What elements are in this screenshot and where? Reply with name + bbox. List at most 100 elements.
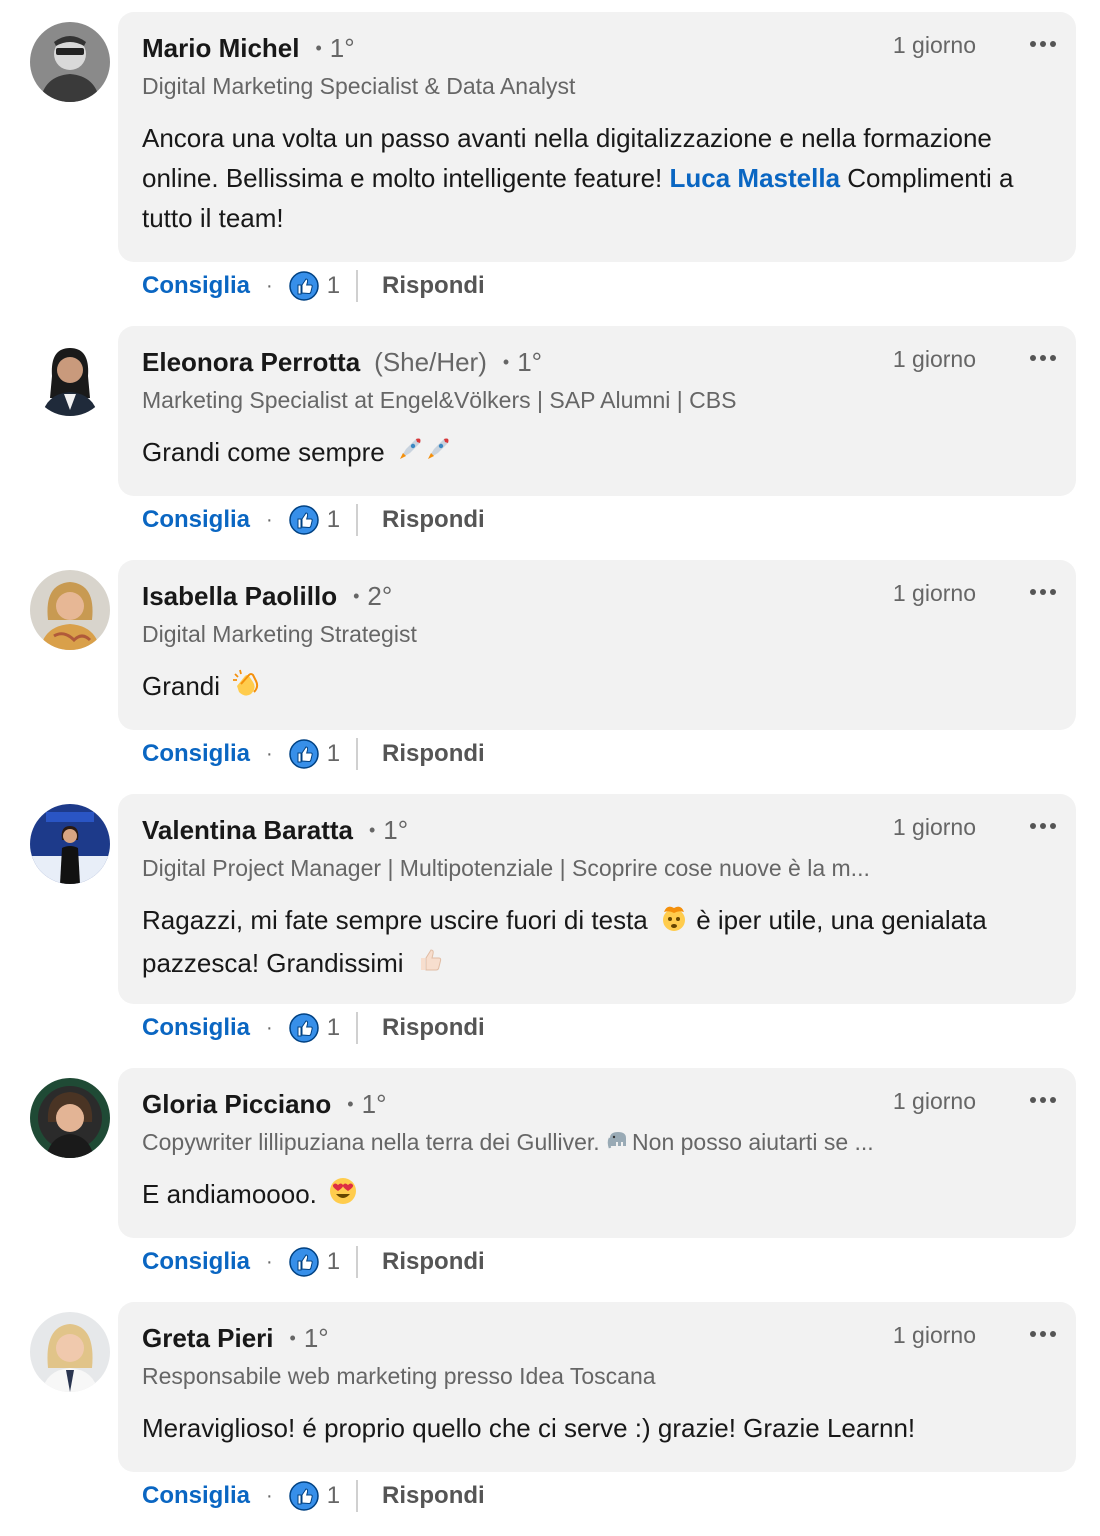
comment-text: Grandi <box>142 666 1042 709</box>
reply-button[interactable]: Rispondi <box>382 1248 485 1276</box>
author-line: Mario Michel 1° <box>142 30 355 69</box>
author-headline: Copywriter lillipuziana nella terra dei … <box>142 1126 972 1160</box>
avatar[interactable] <box>30 22 110 102</box>
more-options-icon[interactable] <box>1028 582 1058 602</box>
connection-degree: 2° <box>353 581 392 611</box>
action-divider <box>356 270 359 302</box>
like-reaction-icon[interactable] <box>288 739 319 769</box>
author-name[interactable]: Mario Michel <box>142 33 299 63</box>
like-reaction-icon[interactable] <box>288 1247 319 1277</box>
reply-button[interactable]: Rispondi <box>382 1014 485 1042</box>
action-divider <box>356 1012 359 1044</box>
author-name[interactable]: Valentina Baratta <box>142 815 353 845</box>
like-reaction-icon[interactable] <box>288 1481 319 1511</box>
more-options-icon[interactable] <box>1028 348 1058 368</box>
comment-text-part: Ragazzi, mi fate sempre uscire fuori di … <box>142 905 648 935</box>
comment-text-part: E andiamoooo. <box>142 1179 317 1209</box>
more-options-icon[interactable] <box>1028 1324 1058 1344</box>
comment-time: 1 giorno <box>892 580 976 606</box>
comment-actions: Consiglia · 1 Rispondi <box>142 736 485 772</box>
connection-degree: 1° <box>369 815 408 845</box>
action-divider <box>356 738 359 770</box>
rocket-icon <box>396 434 452 474</box>
like-button[interactable]: Consiglia <box>142 1014 250 1042</box>
comment-actions: Consiglia · 1 Rispondi <box>142 1244 485 1280</box>
like-button[interactable]: Consiglia <box>142 740 250 768</box>
mention-link[interactable]: Luca Mastella <box>670 163 841 193</box>
avatar[interactable] <box>30 570 110 650</box>
clapping-hands-icon <box>231 668 261 709</box>
comment-text-part: Grandi come sempre <box>142 437 385 467</box>
avatar[interactable] <box>30 336 110 416</box>
author-name[interactable]: Eleonora Perrotta <box>142 347 360 377</box>
thumbs-up-icon <box>415 944 445 985</box>
like-button[interactable]: Consiglia <box>142 506 250 534</box>
comment-bubble: Gloria Picciano 1° 1 giorno Copywriter li… <box>118 1068 1076 1238</box>
author-line: Isabella Paolillo 2° <box>142 578 392 617</box>
author-line: Eleonora Perrotta (She/Her) 1° <box>142 344 542 383</box>
avatar[interactable] <box>30 1312 110 1392</box>
comment-actions: Consiglia · 1 Rispondi <box>142 268 485 304</box>
connection-degree: 1° <box>290 1323 329 1353</box>
elephant-icon <box>606 1128 630 1160</box>
reaction-count[interactable]: 1 <box>327 1014 340 1042</box>
comment-text-part: Grandi <box>142 671 221 701</box>
reply-button[interactable]: Rispondi <box>382 1482 485 1510</box>
connection-degree: 1° <box>347 1089 387 1119</box>
exploding-head-icon <box>659 902 689 943</box>
comment-time: 1 giorno <box>892 1088 976 1114</box>
author-headline: Digital Marketing Strategist <box>142 621 417 647</box>
comment-text-part: Meraviglioso! é proprio quello che ci se… <box>142 1413 916 1443</box>
headline-part: Non posso aiutarti se ... <box>632 1129 874 1155</box>
comment-bubble: Valentina Baratta 1° 1 giorno Digital Pro… <box>118 794 1076 1004</box>
like-button[interactable]: Consiglia <box>142 1482 250 1510</box>
separator-dot: · <box>266 1484 273 1507</box>
separator-dot: · <box>266 1016 273 1039</box>
author-name[interactable]: Gloria Picciano <box>142 1089 331 1119</box>
comment-actions: Consiglia · 1 Rispondi <box>142 1478 485 1514</box>
reaction-count[interactable]: 1 <box>327 506 340 534</box>
like-button[interactable]: Consiglia <box>142 1248 250 1276</box>
connection-degree: 1° <box>503 347 542 377</box>
author-headline: Digital Project Manager | Multipotenzial… <box>142 855 870 881</box>
comment-text: Ancora una volta un passo avanti nella d… <box>142 118 1042 238</box>
reply-button[interactable]: Rispondi <box>382 506 485 534</box>
avatar[interactable] <box>30 804 110 884</box>
separator-dot: · <box>266 1250 273 1273</box>
reaction-count[interactable]: 1 <box>327 740 340 768</box>
reply-button[interactable]: Rispondi <box>382 740 485 768</box>
author-headline: Responsabile web marketing presso Idea T… <box>142 1363 656 1389</box>
like-reaction-icon[interactable] <box>288 505 319 535</box>
more-options-icon[interactable] <box>1028 816 1058 836</box>
reaction-count[interactable]: 1 <box>327 1248 340 1276</box>
comment-bubble: Mario Michel 1° 1 giorno Digital Marketin… <box>118 12 1076 262</box>
headline-part: Copywriter lillipuziana nella terra dei … <box>142 1129 607 1155</box>
comment-text: Ragazzi, mi fate sempre uscire fuori di … <box>142 900 1042 985</box>
heart-eyes-icon <box>328 1176 358 1217</box>
like-reaction-icon[interactable] <box>288 271 319 301</box>
author-line: Valentina Baratta 1° <box>142 812 408 851</box>
comment-bubble: Eleonora Perrotta (She/Her) 1° 1 giorno Ma… <box>118 326 1076 496</box>
author-pronouns: (She/Her) <box>374 347 487 377</box>
action-divider <box>356 1246 359 1278</box>
author-name[interactable]: Greta Pieri <box>142 1323 274 1353</box>
separator-dot: · <box>266 508 273 531</box>
author-line: Gloria Picciano 1° <box>142 1086 386 1125</box>
reaction-count[interactable]: 1 <box>327 1482 340 1510</box>
reply-button[interactable]: Rispondi <box>382 272 485 300</box>
author-headline: Digital Marketing Specialist & Data Anal… <box>142 73 576 99</box>
comment-actions: Consiglia · 1 Rispondi <box>142 1010 485 1046</box>
avatar[interactable] <box>30 1078 110 1158</box>
like-button[interactable]: Consiglia <box>142 272 250 300</box>
comment-text: Grandi come sempre <box>142 432 1042 474</box>
author-name[interactable]: Isabella Paolillo <box>142 581 337 611</box>
author-line: Greta Pieri 1° <box>142 1320 329 1359</box>
connection-degree: 1° <box>315 33 355 63</box>
more-options-icon[interactable] <box>1028 1090 1058 1110</box>
like-reaction-icon[interactable] <box>288 1013 319 1043</box>
separator-dot: · <box>266 742 273 765</box>
action-divider <box>356 504 359 536</box>
reaction-count[interactable]: 1 <box>327 272 340 300</box>
comment-text: Meraviglioso! é proprio quello che ci se… <box>142 1408 1042 1448</box>
more-options-icon[interactable] <box>1028 34 1058 54</box>
